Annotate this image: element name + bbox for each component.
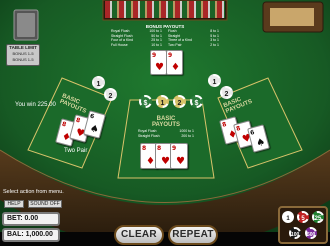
suit-icon: ♠ [88, 123, 100, 137]
sound-toggle-button[interactable]: SOUND OFF [28, 200, 62, 208]
bet-chip[interactable]: 1 [92, 76, 105, 89]
help-button[interactable]: HELP [4, 200, 24, 208]
dealer-card: 9 ♥ [150, 50, 167, 75]
card-rank: 8 [75, 116, 81, 125]
table-limit-plaque: TABLE LIMIT BONUS 1-5 BONUS 1-5 [6, 44, 40, 66]
suit-icon: ♦ [171, 62, 180, 73]
chip-denomination[interactable]: 500 [305, 227, 317, 239]
basic-paytable: BASIC PAYOUTS Royal Flush 1000 to 1 Straig… [138, 116, 194, 138]
basic-paytable-title: BASIC PAYOUTS [151, 116, 180, 128]
win-message: You win 225.00 [15, 102, 56, 108]
chip-denomination[interactable]: 1 [282, 211, 294, 223]
suit-icon: ♥ [176, 156, 185, 167]
clear-button[interactable]: CLEAR [114, 225, 164, 245]
card-rank: 9 [172, 145, 177, 152]
dealer-chip-tray [105, 1, 225, 18]
chip-denomination[interactable]: 100 [289, 227, 301, 239]
table-limit-line: BONUS 1-5 [12, 57, 34, 62]
suit-icon: ♥ [161, 156, 170, 167]
repeat-button[interactable]: REPEAT [168, 225, 218, 245]
player-card: 9 ♥ [170, 143, 188, 169]
balance-readout: BAL: 1,000.00 [2, 228, 60, 242]
hand-label: Two Pair [64, 148, 88, 154]
bet-chip[interactable]: 1 [208, 74, 221, 87]
card-rank: 8 [61, 120, 67, 129]
bonus-paytable-title: BONUS PAYOUTS [145, 24, 185, 29]
bonus-row: Full House 10 to 1 [111, 42, 162, 47]
bonus-paytable: BONUS PAYOUTS Royal Flush 100 to 1 Straig… [111, 24, 219, 48]
card-rank: 6 [89, 112, 95, 121]
instruction-text: Select action from menu. [3, 189, 64, 195]
chip-selector: 1 5 25 100 500 [278, 206, 328, 244]
card-rank: 8 [235, 124, 242, 133]
suit-icon: ♠ [255, 136, 267, 150]
suit-icon: ♥ [155, 62, 164, 73]
bet-chip[interactable]: 2 [104, 88, 117, 101]
bet-spot[interactable]: $ [190, 95, 203, 108]
card-rank: 9 [168, 52, 173, 59]
chip-denomination[interactable]: 5 [297, 211, 309, 223]
bonus-row: Two Pair 2 to 1 [168, 42, 219, 47]
bet-spot[interactable]: 1 [156, 95, 169, 108]
card-rank: 8 [157, 145, 162, 152]
bet-spot[interactable]: $ [139, 95, 152, 108]
bet-chip[interactable]: 2 [220, 86, 233, 99]
card-rank: 6 [249, 128, 256, 137]
suit-icon: ♦ [146, 156, 155, 167]
card-rank: 8 [221, 120, 228, 129]
chip-denomination[interactable]: 25 [312, 211, 324, 223]
card-rank: 8 [142, 145, 147, 152]
bet-spot[interactable]: 2 [173, 95, 186, 108]
card-rank: 9 [152, 52, 157, 59]
dealer-card: 9 ♦ [166, 50, 183, 75]
bet-readout: BET: 0.00 [2, 212, 60, 226]
basic-row: Straight Flush 200 to 1 [138, 133, 194, 138]
